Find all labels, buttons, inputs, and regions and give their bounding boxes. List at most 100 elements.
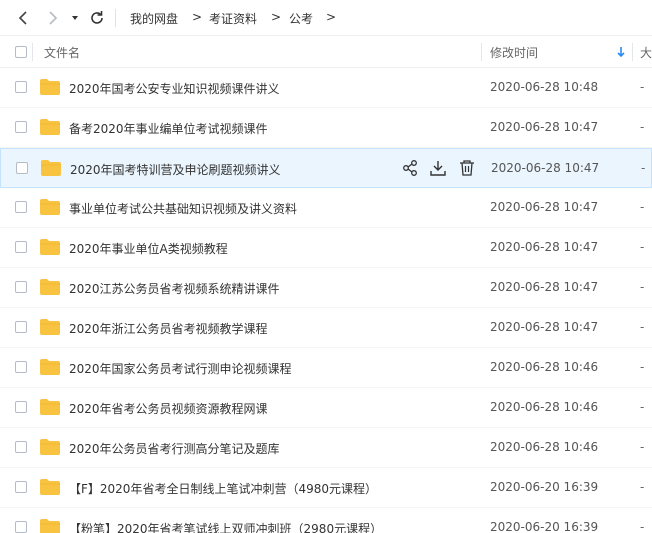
chevron-left-icon bbox=[18, 11, 27, 25]
select-all-checkbox[interactable] bbox=[15, 46, 27, 58]
file-size: - bbox=[640, 280, 645, 294]
file-row[interactable]: 2020江苏公务员省考视频系统精讲课件 2020-06-28 10:47 - bbox=[0, 268, 652, 308]
breadcrumb-item-my-disk[interactable]: 我的网盘 bbox=[130, 10, 178, 27]
column-header-size[interactable]: 大 bbox=[640, 44, 652, 61]
file-name[interactable]: 事业单位考试公共基础知识视频及讲义资料 bbox=[69, 200, 297, 217]
column-header-modified[interactable]: 修改时间 bbox=[490, 44, 538, 61]
file-name[interactable]: 2020年国考公安专业知识视频课件讲义 bbox=[69, 80, 280, 97]
column-divider bbox=[481, 43, 482, 61]
folder-icon bbox=[40, 479, 60, 495]
column-header-name[interactable]: 文件名 bbox=[44, 44, 80, 61]
folder-icon bbox=[40, 319, 60, 335]
row-checkbox[interactable] bbox=[15, 241, 27, 253]
file-name[interactable]: 【粉笔】2020年省考笔试线上双师冲刺班（2980元课程） bbox=[69, 520, 382, 533]
share-icon[interactable] bbox=[401, 159, 419, 177]
file-name[interactable]: 2020年事业单位A类视频教程 bbox=[69, 240, 228, 257]
row-checkbox[interactable] bbox=[15, 201, 27, 213]
breadcrumb-separator: > bbox=[192, 10, 203, 24]
refresh-icon bbox=[91, 11, 103, 24]
file-row[interactable]: 【F】2020年省考全日制线上笔试冲刺营（4980元课程） 2020-06-20… bbox=[0, 468, 652, 508]
delete-icon[interactable] bbox=[458, 159, 476, 177]
row-checkbox[interactable] bbox=[16, 162, 28, 174]
chevron-right-icon bbox=[49, 11, 58, 25]
file-list-header: 文件名 修改时间 大 bbox=[0, 36, 652, 68]
file-name[interactable]: 2020年国考特训营及申论刷题视频讲义 bbox=[70, 161, 281, 178]
file-row[interactable]: 2020年事业单位A类视频教程 2020-06-28 10:47 - bbox=[0, 228, 652, 268]
breadcrumb-separator: > bbox=[271, 10, 282, 24]
file-modified-date: 2020-06-20 16:39 bbox=[490, 480, 599, 494]
file-name[interactable]: 2020年国家公务员考试行测申论视频课程 bbox=[69, 360, 292, 377]
file-modified-date: 2020-06-28 10:46 bbox=[490, 360, 599, 374]
column-divider bbox=[32, 43, 33, 61]
file-row[interactable]: 备考2020年事业编单位考试视频课件 2020-06-28 10:47 - bbox=[0, 108, 652, 148]
file-modified-date: 2020-06-28 10:46 bbox=[490, 440, 599, 454]
file-name[interactable]: 2020年省考公务员视频资源教程网课 bbox=[69, 400, 268, 417]
download-icon[interactable] bbox=[429, 159, 447, 177]
file-list: 2020年国考公安专业知识视频课件讲义 2020-06-28 10:48 - 备… bbox=[0, 68, 652, 533]
row-checkbox[interactable] bbox=[15, 481, 27, 493]
file-modified-date: 2020-06-28 10:47 bbox=[490, 240, 599, 254]
file-modified-date: 2020-06-28 10:47 bbox=[491, 161, 600, 175]
file-name[interactable]: 2020江苏公务员省考视频系统精讲课件 bbox=[69, 280, 280, 297]
file-size: - bbox=[641, 161, 646, 175]
file-row-hovered[interactable]: 2020年国考特训营及申论刷题视频讲义 2020-06-28 10:47 - bbox=[0, 148, 652, 188]
file-row[interactable]: 【粉笔】2020年省考笔试线上双师冲刺班（2980元课程） 2020-06-20… bbox=[0, 508, 652, 533]
row-checkbox[interactable] bbox=[15, 281, 27, 293]
file-modified-date: 2020-06-28 10:47 bbox=[490, 120, 599, 134]
file-size: - bbox=[640, 360, 645, 374]
file-name[interactable]: 2020年浙江公务员省考视频教学课程 bbox=[69, 320, 268, 337]
file-modified-date: 2020-06-28 10:48 bbox=[490, 80, 599, 94]
back-button[interactable] bbox=[14, 8, 34, 28]
file-modified-date: 2020-06-28 10:47 bbox=[490, 200, 599, 214]
file-row[interactable]: 2020年省考公务员视频资源教程网课 2020-06-28 10:46 - bbox=[0, 388, 652, 428]
file-row[interactable]: 2020年国家公务员考试行测申论视频课程 2020-06-28 10:46 - bbox=[0, 348, 652, 388]
folder-icon bbox=[40, 79, 60, 95]
folder-icon bbox=[40, 519, 60, 533]
breadcrumb-item-civil-exam[interactable]: 公考 bbox=[289, 10, 313, 27]
history-dropdown-button[interactable] bbox=[68, 8, 82, 28]
folder-icon bbox=[40, 279, 60, 295]
file-row[interactable]: 事业单位考试公共基础知识视频及讲义资料 2020-06-28 10:47 - bbox=[0, 188, 652, 228]
file-size: - bbox=[640, 480, 645, 494]
file-row[interactable]: 2020年国考公安专业知识视频课件讲义 2020-06-28 10:48 - bbox=[0, 68, 652, 108]
file-size: - bbox=[640, 240, 645, 254]
file-size: - bbox=[640, 400, 645, 414]
file-row[interactable]: 2020年公务员省考行测高分笔记及题库 2020-06-28 10:46 - bbox=[0, 428, 652, 468]
refresh-button[interactable] bbox=[87, 8, 107, 28]
file-size: - bbox=[640, 200, 645, 214]
row-checkbox[interactable] bbox=[15, 361, 27, 373]
file-modified-date: 2020-06-28 10:46 bbox=[490, 400, 599, 414]
forward-button[interactable] bbox=[42, 8, 62, 28]
folder-icon bbox=[40, 359, 60, 375]
row-checkbox[interactable] bbox=[15, 81, 27, 93]
file-size: - bbox=[640, 440, 645, 454]
file-size: - bbox=[640, 520, 645, 533]
toolbar-divider bbox=[115, 9, 116, 27]
file-row[interactable]: 2020年浙江公务员省考视频教学课程 2020-06-28 10:47 - bbox=[0, 308, 652, 348]
file-name[interactable]: 【F】2020年省考全日制线上笔试冲刺营（4980元课程） bbox=[69, 480, 377, 497]
navigation-toolbar: 我的网盘 > 考证资料 > 公考 > bbox=[0, 0, 652, 36]
file-modified-date: 2020-06-28 10:47 bbox=[490, 320, 599, 334]
folder-icon bbox=[40, 199, 60, 215]
folder-icon bbox=[40, 119, 60, 135]
breadcrumb-separator: > bbox=[326, 10, 337, 24]
folder-icon bbox=[40, 399, 60, 415]
file-name[interactable]: 2020年公务员省考行测高分笔记及题库 bbox=[69, 440, 280, 457]
file-size: - bbox=[640, 320, 645, 334]
column-divider bbox=[632, 43, 633, 61]
row-checkbox[interactable] bbox=[15, 521, 27, 533]
folder-icon bbox=[40, 439, 60, 455]
breadcrumb-item-exam-materials[interactable]: 考证资料 bbox=[209, 10, 257, 27]
file-modified-date: 2020-06-28 10:47 bbox=[490, 280, 599, 294]
file-size: - bbox=[640, 120, 645, 134]
caret-down-icon bbox=[72, 16, 78, 20]
row-checkbox[interactable] bbox=[15, 121, 27, 133]
sort-down-arrow-icon[interactable] bbox=[616, 46, 626, 58]
file-name[interactable]: 备考2020年事业编单位考试视频课件 bbox=[69, 120, 268, 137]
folder-icon bbox=[40, 239, 60, 255]
file-size: - bbox=[640, 80, 645, 94]
folder-icon bbox=[41, 160, 61, 176]
row-checkbox[interactable] bbox=[15, 441, 27, 453]
row-checkbox[interactable] bbox=[15, 401, 27, 413]
row-checkbox[interactable] bbox=[15, 321, 27, 333]
